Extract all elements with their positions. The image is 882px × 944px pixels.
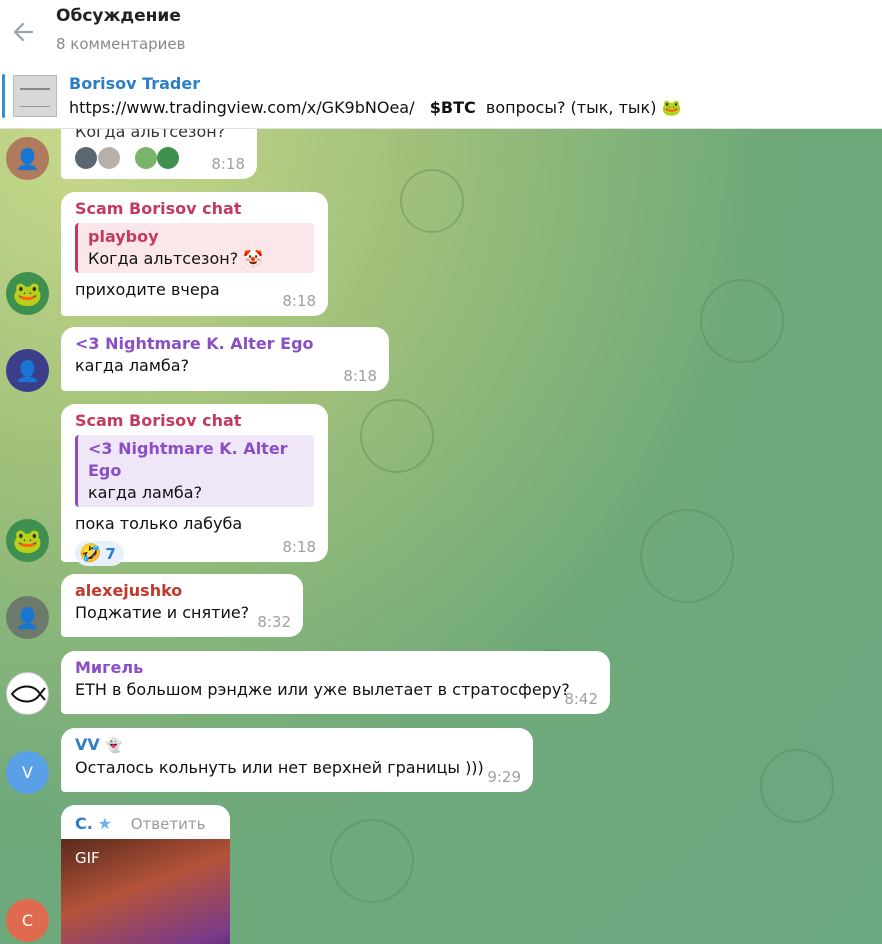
- gif-media[interactable]: GIF: [61, 839, 230, 944]
- message-bubble[interactable]: alexejushko Поджатие и снятие? 8:32: [61, 574, 303, 637]
- sender-name[interactable]: VV 👻: [75, 734, 519, 757]
- quote-author: playboy: [88, 227, 159, 246]
- pinned-post[interactable]: Borisov Trader https://www.tradingview.c…: [0, 66, 882, 129]
- reactor-avatar: [157, 147, 180, 169]
- pinned-text: https://www.tradingview.com/x/GK9bNOea/ …: [69, 98, 681, 117]
- avatar[interactable]: 🐸: [6, 272, 49, 315]
- message-text: Когда альтсезон?: [75, 129, 226, 141]
- message-time: 8:42: [564, 690, 598, 708]
- reaction-count: 7: [105, 544, 116, 563]
- message-text: ETH в большом рэндже или уже вылетает в …: [75, 680, 570, 699]
- sender-name-text: VV: [75, 735, 100, 754]
- doodle-pattern: [330, 819, 414, 903]
- avatar[interactable]: 👤: [6, 137, 49, 180]
- message-bubble[interactable]: Когда альтсезон? 8:18: [61, 129, 257, 179]
- message-text: пока только лабуба: [75, 514, 243, 533]
- user-photo-icon: 👤: [15, 358, 40, 383]
- reactor-avatar: [75, 147, 97, 169]
- message-time: 8:18: [282, 292, 316, 310]
- reply-quote[interactable]: <3 Nightmare K. Alter Ego кагда ламба?: [75, 435, 314, 507]
- sender-name[interactable]: alexejushko: [75, 580, 289, 602]
- avatar[interactable]: 👤: [6, 349, 49, 392]
- avatar[interactable]: 🐸: [6, 519, 49, 562]
- avatar[interactable]: V: [6, 751, 49, 794]
- doodle-pattern: [400, 169, 464, 233]
- sender-name[interactable]: Мигель: [75, 657, 596, 679]
- doodle-pattern: [360, 399, 434, 473]
- reply-button[interactable]: Ответить: [131, 815, 206, 833]
- quote-text: кагда ламба?: [88, 483, 203, 502]
- avatar[interactable]: C: [6, 899, 49, 942]
- user-photo-icon: 👤: [15, 605, 40, 630]
- pinned-question: вопросы? (тык, тык): [485, 98, 657, 117]
- message-time: 8:18: [343, 367, 377, 385]
- avatar-letter: C: [21, 911, 34, 930]
- pinned-url[interactable]: https://www.tradingview.com/x/GK9bNOea/: [69, 98, 415, 117]
- gif-message-bubble[interactable]: C. ★ Ответить GIF: [61, 805, 230, 944]
- frog-avatar-icon: 🐸: [12, 279, 43, 308]
- page-title: Обсуждение: [56, 6, 181, 26]
- fish-logo-icon: [10, 685, 46, 702]
- pinned-channel-name: Borisov Trader: [69, 74, 201, 93]
- chat-area[interactable]: 👤 Когда альтсезон? 8:18 🐸 Scam Borisov c…: [0, 129, 882, 944]
- chat-header: Обсуждение 8 комментариев: [0, 0, 882, 67]
- frog-avatar-icon: 🐸: [12, 526, 43, 555]
- sender-name[interactable]: <3 Nightmare K. Alter Ego: [75, 333, 375, 355]
- message-time: 8:32: [257, 613, 291, 631]
- pinned-thumbnail: [13, 75, 57, 117]
- message-bubble[interactable]: VV 👻 Осталось кольнуть или нет верхней г…: [61, 728, 533, 792]
- quote-author: <3 Nightmare K. Alter Ego: [88, 439, 288, 480]
- doodle-pattern: [700, 279, 784, 363]
- message-bubble[interactable]: Scam Borisov chat <3 Nightmare K. Alter …: [61, 404, 328, 566]
- message-text: приходите вчера: [75, 280, 220, 299]
- gif-label: GIF: [75, 849, 100, 867]
- sender-name[interactable]: Scam Borisov chat: [75, 410, 314, 432]
- message-bubble[interactable]: Scam Borisov chat playboy Когда альтсезо…: [61, 192, 328, 316]
- pinned-ticker[interactable]: $BTC: [430, 98, 476, 117]
- message-bubble[interactable]: <3 Nightmare K. Alter Ego кагда ламба? 8…: [61, 327, 389, 391]
- reply-quote[interactable]: playboy Когда альтсезон? 🤡: [75, 223, 314, 273]
- message-text: Осталось кольнуть или нет верхней границ…: [75, 758, 484, 777]
- avatar[interactable]: [6, 672, 49, 715]
- reactor-avatar: [134, 147, 157, 169]
- star-icon: ★: [97, 814, 112, 833]
- doodle-pattern: [640, 509, 734, 603]
- message-bubble[interactable]: Мигель ETH в большом рэндже или уже выле…: [61, 651, 610, 714]
- comment-count: 8 комментариев: [56, 35, 186, 53]
- sender-name[interactable]: C.: [75, 814, 93, 833]
- message-time: 9:29: [487, 768, 521, 786]
- pin-accent-bar: [2, 74, 5, 118]
- reaction-chip[interactable]: 🤣 7: [75, 541, 124, 566]
- doodle-pattern: [760, 749, 834, 823]
- back-arrow-icon[interactable]: [10, 18, 38, 46]
- reactor-avatar: [97, 147, 120, 169]
- message-text: кагда ламба?: [75, 356, 190, 375]
- avatar[interactable]: 👤: [6, 596, 49, 639]
- message-time: 8:18: [211, 155, 245, 173]
- reaction-emoji: 🤣: [79, 543, 102, 564]
- avatar-letter: V: [22, 763, 33, 782]
- gif-header: C. ★ Ответить: [61, 805, 230, 839]
- quote-text: Когда альтсезон? 🤡: [88, 249, 264, 268]
- sender-name[interactable]: Scam Borisov chat: [75, 198, 314, 220]
- user-photo-icon: 👤: [15, 146, 40, 171]
- frog-emoji-icon: 🐸: [661, 98, 682, 117]
- ghost-emoji-icon: 👻: [105, 738, 123, 754]
- message-time: 8:18: [282, 538, 316, 556]
